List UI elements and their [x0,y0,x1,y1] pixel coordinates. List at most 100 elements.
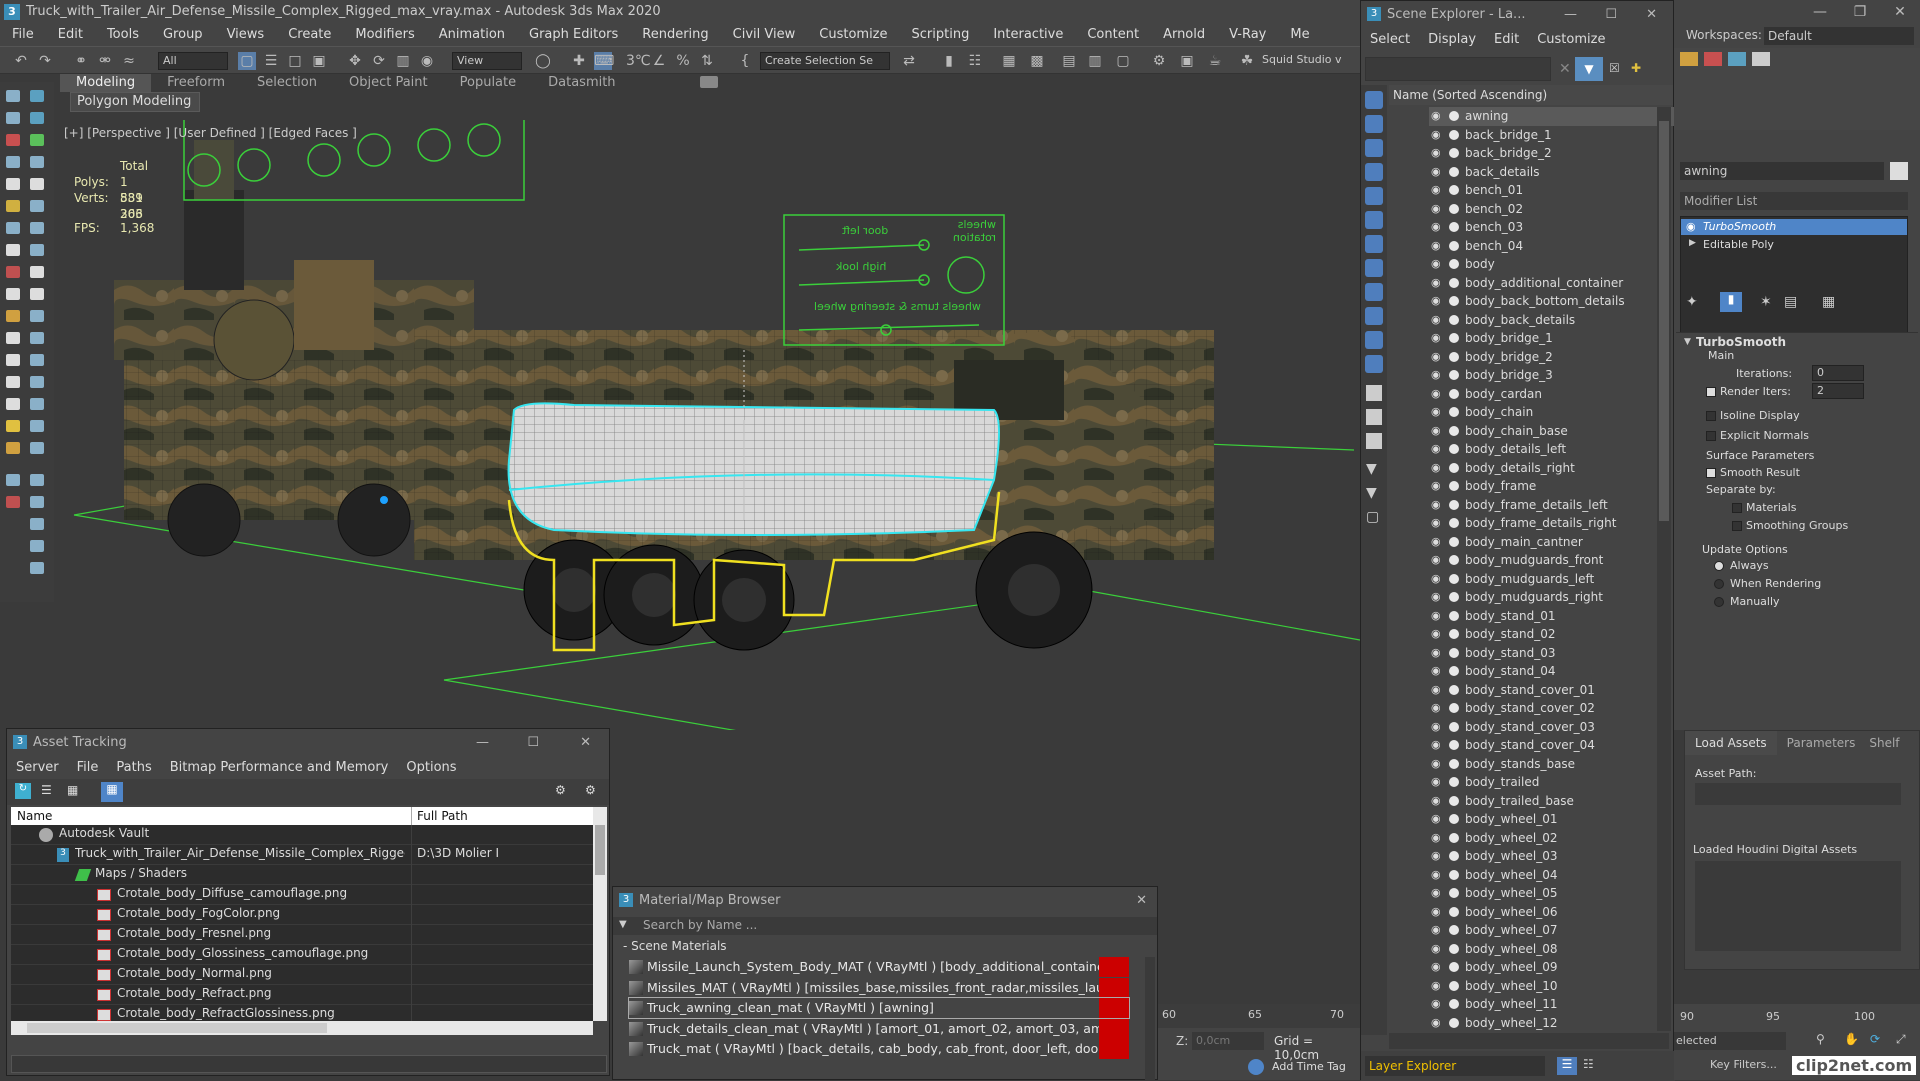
rollout-collapse-icon[interactable]: ▼ [1684,337,1691,347]
freeze-light-icon[interactable] [1449,869,1459,880]
undo-icon[interactable]: ↶ [12,52,30,70]
explicit-normals-checkbox[interactable] [1706,431,1716,441]
visibility-eye-icon[interactable]: ◉ [1431,221,1443,232]
visibility-eye-icon[interactable]: ◉ [1431,610,1443,621]
tool-icon[interactable] [30,310,44,322]
at-menu-paths[interactable]: Paths [107,757,160,779]
filter-funnel-icon[interactable]: ▼ [1366,485,1382,501]
menu-item-tools[interactable]: Tools [95,24,151,46]
asset-path-status-field[interactable] [11,1055,607,1073]
asset-tree-hscrollbar[interactable] [11,1021,593,1035]
time-tag-icon[interactable] [1248,1059,1264,1075]
select-object-icon[interactable]: ▢ [238,52,256,70]
visibility-eye-icon[interactable]: ◉ [1431,684,1443,695]
freeze-light-icon[interactable] [1449,851,1459,861]
menu-item-customize[interactable]: Customize [807,24,899,46]
add-layer-icon[interactable]: ✚ [1631,61,1641,75]
menu-item-graph-editors[interactable]: Graph Editors [517,24,630,46]
scene-object-row[interactable]: ◉ body_stand_cover_04 [1429,736,1687,755]
menu-item-group[interactable]: Group [151,24,215,46]
menu-item-modifiers[interactable]: Modifiers [343,24,426,46]
visibility-eye-icon[interactable]: ◉ [1431,795,1443,806]
visibility-eye-icon[interactable]: ◉ [1431,277,1443,288]
freeze-light-icon[interactable] [1449,999,1459,1009]
toolbar-icon[interactable] [1728,52,1746,66]
modifier-list-dropdown[interactable]: Modifier List [1680,192,1908,210]
layer-explorer-dropdown[interactable]: Layer Explorer [1365,1056,1545,1076]
freeze-light-icon[interactable] [1449,388,1459,399]
display-frozen-icon[interactable] [1365,331,1383,349]
visibility-eye-icon[interactable]: ◉ [1431,314,1443,325]
visibility-eye-icon[interactable]: ◉ [1431,110,1443,121]
scene-object-row[interactable]: ◉ body_main_cantner [1429,533,1687,552]
pin-stack-icon[interactable]: ✦ [1686,294,1698,310]
refresh-icon[interactable]: ↻ [15,783,31,799]
rollout-title[interactable]: TurboSmooth [1696,335,1786,349]
scene-material-row[interactable]: Missiles_MAT ( VRayMtl ) [missiles_base,… [629,977,1129,998]
tool-icon[interactable] [30,178,44,190]
visibility-eye-icon[interactable]: ◉ [1431,739,1443,750]
menu-item-content[interactable]: Content [1075,24,1151,46]
tab-shelf[interactable]: Shelf [1865,731,1903,755]
tool-icon[interactable] [30,496,44,508]
scene-object-row[interactable]: ◉ body_mudguards_right [1429,588,1687,607]
visibility-eye-icon[interactable]: ◉ [1431,240,1443,251]
scene-object-row[interactable]: ◉ body_stands_base [1429,755,1687,774]
visibility-eye-icon[interactable]: ◉ [1431,998,1443,1009]
visibility-eye-icon[interactable]: ◉ [1431,332,1443,343]
scene-object-row[interactable]: ◉ body_wheel_02 [1429,829,1687,848]
scene-object-row[interactable]: ◉ body_bridge_3 [1429,366,1687,385]
se-menu-display[interactable]: Display [1419,29,1485,51]
always-radio[interactable] [1714,561,1724,571]
settings-icon[interactable]: ⚙ [585,783,596,797]
scene-object-row[interactable]: ◉ body_chain_base [1429,422,1687,441]
visibility-eye-icon[interactable]: ◉ [1431,184,1443,195]
freeze-light-icon[interactable] [1449,462,1459,473]
filter-icon[interactable]: ▼ [1575,57,1603,81]
table-view-icon[interactable]: ▦ [101,782,123,802]
smoothing-groups-checkbox[interactable] [1732,521,1742,531]
tree-row-maps[interactable]: Maps / Shaders [11,865,593,885]
freeze-light-icon[interactable] [1449,203,1459,214]
isoline-display-checkbox[interactable] [1706,411,1716,421]
scene-explorer-column-header[interactable]: Name (Sorted Ascending) [1389,85,1673,105]
freeze-light-icon[interactable] [1449,444,1459,454]
render-setup-icon[interactable]: ⚙ [1150,52,1168,70]
freeze-light-icon[interactable] [1449,962,1459,972]
tool-icon[interactable] [6,266,20,278]
visibility-eye-icon[interactable]: ◉ [1431,536,1443,547]
workspaces-dropdown[interactable]: Default [1764,27,1914,45]
tool-icon[interactable] [30,518,44,530]
tool-icon[interactable] [30,376,44,388]
timeline-ruler[interactable]: 60 65 70 [1158,1004,1360,1028]
tool-icon[interactable] [30,156,44,168]
freeze-light-icon[interactable] [1449,758,1459,769]
scene-object-row[interactable]: ◉ body_wheel_07 [1429,921,1687,940]
scene-materials-group[interactable]: - Scene Materials [623,939,727,953]
visibility-eye-icon[interactable]: ◉ [1431,295,1443,306]
filter-funnel-icon[interactable]: ▼ [1366,461,1382,477]
material-search-input[interactable]: Search by Name ... [643,918,757,932]
tool-icon[interactable] [6,112,20,124]
freeze-light-icon[interactable] [1449,259,1459,269]
visibility-eye-icon[interactable]: ◉ [1431,924,1443,935]
scene-object-row[interactable]: ◉ body_cardan [1429,385,1687,404]
percent-snap-icon[interactable]: % [674,52,692,70]
tool-icon[interactable] [6,156,20,168]
link-icon[interactable]: ⚭ [72,52,90,70]
mirror-icon[interactable]: ⇄ [900,52,918,70]
visibility-eye-icon[interactable]: ◉ [1431,961,1443,972]
iterations-spinner[interactable]: 0 [1812,365,1864,381]
display-groups-icon[interactable] [1365,235,1383,253]
scene-list-scrollbar[interactable] [1657,107,1671,1031]
squid-studio-label[interactable]: Squid Studio v [1262,53,1342,66]
scene-object-row[interactable]: ◉ body [1429,255,1687,274]
scene-object-row[interactable]: ◉ body_bridge_2 [1429,348,1687,367]
scene-object-row[interactable]: ◉ body_stand_02 [1429,625,1687,644]
scene-object-row[interactable]: ◉ body_stand_04 [1429,662,1687,681]
tool-icon[interactable] [6,420,20,432]
minimize-icon[interactable]: — [1564,1,1577,29]
freeze-light-icon[interactable] [1449,555,1459,565]
ribbon-tab-populate[interactable]: Populate [444,74,533,92]
tool-icon[interactable] [6,496,20,508]
